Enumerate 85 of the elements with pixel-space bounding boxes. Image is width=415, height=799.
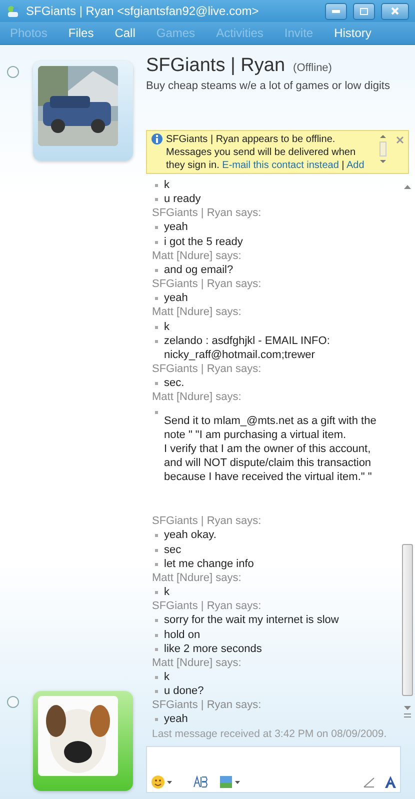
bullet bbox=[155, 676, 158, 679]
notice-scrollbar[interactable] bbox=[379, 133, 387, 165]
bullet bbox=[155, 297, 158, 300]
bullet bbox=[155, 548, 158, 552]
chat-message: yeah bbox=[164, 291, 188, 306]
window-title: SFGiants | Ryan <sfgiantsfan92@live.com> bbox=[26, 4, 260, 18]
bullet bbox=[155, 340, 158, 343]
bullet bbox=[155, 184, 158, 187]
chat-message: u done? bbox=[164, 684, 204, 698]
bullet bbox=[155, 410, 158, 414]
bullet bbox=[155, 562, 158, 566]
chat-message: I verify that I am the owner of this account, and will NOT dispute/claim this transaction because I have received the virtual item." " bbox=[163, 442, 373, 484]
chat-message: yeah okay. bbox=[164, 528, 216, 543]
sender-label: SFGiants | Ryan says: bbox=[152, 514, 262, 528]
sender-label: Matt [Ndure] says: bbox=[152, 305, 242, 320]
sender-label: Matt [Ndure] says: bbox=[152, 248, 242, 263]
toolbar-tab[interactable]: Call bbox=[114, 26, 136, 40]
bullet bbox=[155, 240, 158, 244]
sender-label: Matt [Ndure] says: bbox=[152, 570, 242, 586]
emoticon-icon[interactable] bbox=[151, 775, 173, 789]
chat-message: k bbox=[164, 585, 170, 600]
sender-label: SFGiants | Ryan says: bbox=[152, 362, 262, 376]
bullet bbox=[155, 648, 158, 651]
sender-label: SFGiants | Ryan says: bbox=[152, 599, 262, 614]
chat-message: yeah bbox=[164, 220, 188, 235]
bullet bbox=[155, 226, 158, 230]
chat-message: k bbox=[164, 178, 170, 192]
bullet bbox=[155, 382, 158, 386]
personal-message: Buy cheap steams w/e a lot of games or low digits bbox=[146, 80, 391, 92]
bullet bbox=[155, 619, 158, 622]
bullet bbox=[155, 591, 158, 594]
chat-message: k bbox=[164, 320, 170, 334]
chat-message: sec bbox=[164, 542, 182, 557]
bullet bbox=[155, 534, 158, 538]
font-icon[interactable] bbox=[385, 776, 396, 788]
sender-label: SFGiants | Ryan says: bbox=[152, 277, 262, 292]
email-link[interactable]: E-mail this contact instead bbox=[222, 160, 339, 171]
contact-status: (Offline) bbox=[293, 62, 332, 74]
sender-label: SFGiants | Ryan says: bbox=[152, 698, 262, 712]
bullet bbox=[155, 198, 158, 202]
chat-message: let me change info bbox=[164, 556, 254, 571]
bullet bbox=[155, 690, 158, 694]
maximize-icon bbox=[360, 8, 368, 14]
chat-message: u ready bbox=[164, 192, 201, 206]
notice-text: SFGiants | Ryan appears to be offline. Messages you send will be delivered when they sign in. E-mail this contact instead | Add bbox=[166, 133, 366, 171]
collapse-button[interactable] bbox=[7, 696, 19, 708]
bullet bbox=[155, 326, 158, 329]
chat-message: Send it to mlam_@mts.net as a gift with the note " "I am purchasing a virtual item. bbox=[163, 414, 378, 442]
chat-message: like 2 more seconds bbox=[164, 642, 262, 656]
bullet bbox=[155, 268, 158, 272]
pen-icon[interactable] bbox=[363, 776, 375, 788]
chat-message: sorry for the wait my internet is slow bbox=[164, 613, 339, 628]
bullet bbox=[155, 634, 158, 637]
chat-message: and og email? bbox=[164, 262, 234, 278]
spellcheck-icon[interactable] bbox=[193, 775, 209, 789]
chat-message: sec. bbox=[164, 376, 184, 390]
bullet bbox=[155, 718, 158, 722]
close-icon[interactable] bbox=[396, 136, 404, 144]
scroll-up-icon[interactable] bbox=[404, 184, 410, 189]
scrollbar-thumb[interactable] bbox=[402, 544, 412, 696]
sender-label: SFGiants | Ryan says: bbox=[152, 206, 262, 220]
close-button[interactable] bbox=[381, 2, 409, 20]
collapse-button[interactable] bbox=[7, 66, 19, 78]
add-link[interactable]: Add bbox=[346, 160, 364, 171]
minimize-icon bbox=[332, 10, 340, 12]
maximize-button[interactable] bbox=[353, 2, 375, 20]
info-icon bbox=[151, 133, 163, 145]
contact-name: SFGiants | Ryan bbox=[146, 55, 286, 77]
chat-message: zelando : asdfghjkl - EMAIL INFO: nicky_raff@hotmail.com;trewer bbox=[164, 334, 331, 362]
separator: | bbox=[342, 160, 344, 171]
minimize-button[interactable] bbox=[325, 2, 347, 20]
sender-label: Matt [Ndure] says: bbox=[152, 656, 242, 670]
message-input[interactable] bbox=[146, 746, 401, 793]
scroll-down-icon[interactable] bbox=[404, 706, 410, 718]
chat-message: k bbox=[164, 670, 170, 684]
image-icon[interactable] bbox=[219, 775, 241, 789]
chat-message: i got the 5 ready bbox=[164, 234, 243, 249]
chat-message: yeah bbox=[164, 712, 188, 727]
contacts-icon bbox=[6, 5, 20, 17]
close-icon bbox=[391, 7, 399, 15]
chat-message: hold on bbox=[164, 628, 200, 642]
toolbar-tab[interactable]: Files bbox=[68, 26, 94, 40]
last-message-info: Last message received at 3:42 PM on 08/09/2009. bbox=[152, 726, 388, 741]
sender-label: Matt [Ndure] says: bbox=[152, 390, 242, 404]
toolbar-tab[interactable]: History bbox=[334, 26, 372, 40]
